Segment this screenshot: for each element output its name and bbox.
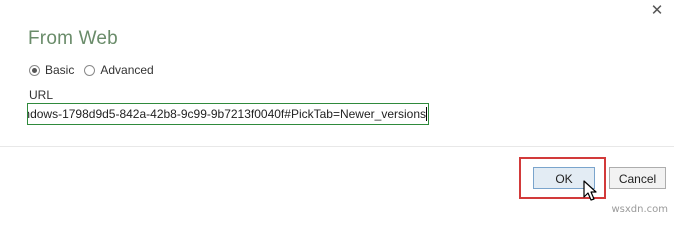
close-icon[interactable]: ✕ xyxy=(650,3,664,18)
mode-radio-group: Basic Advanced xyxy=(29,63,164,77)
radio-option-advanced[interactable]: Advanced xyxy=(84,63,154,77)
advanced-radio-button[interactable] xyxy=(84,64,96,76)
advanced-radio-label: Advanced xyxy=(100,63,154,77)
radio-option-basic[interactable]: Basic xyxy=(29,63,74,77)
dialog-title: From Web xyxy=(28,28,118,49)
basic-radio-label: Basic xyxy=(45,63,75,77)
url-label: URL xyxy=(29,88,54,102)
url-input-value: ndows-1798d9d5-842a-42b8-9c99-9b7213f004… xyxy=(27,107,426,121)
watermark: wsxdn.com xyxy=(611,204,668,215)
cancel-button[interactable]: Cancel xyxy=(609,167,666,189)
mouse-pointer-icon xyxy=(583,180,597,201)
footer-divider xyxy=(0,146,674,147)
url-input[interactable]: ndows-1798d9d5-842a-42b8-9c99-9b7213f004… xyxy=(27,103,429,125)
basic-radio-button[interactable] xyxy=(29,64,40,76)
from-web-dialog: ✕ From Web Basic Advanced URL ndows-1798… xyxy=(0,0,674,217)
text-caret xyxy=(426,107,427,121)
